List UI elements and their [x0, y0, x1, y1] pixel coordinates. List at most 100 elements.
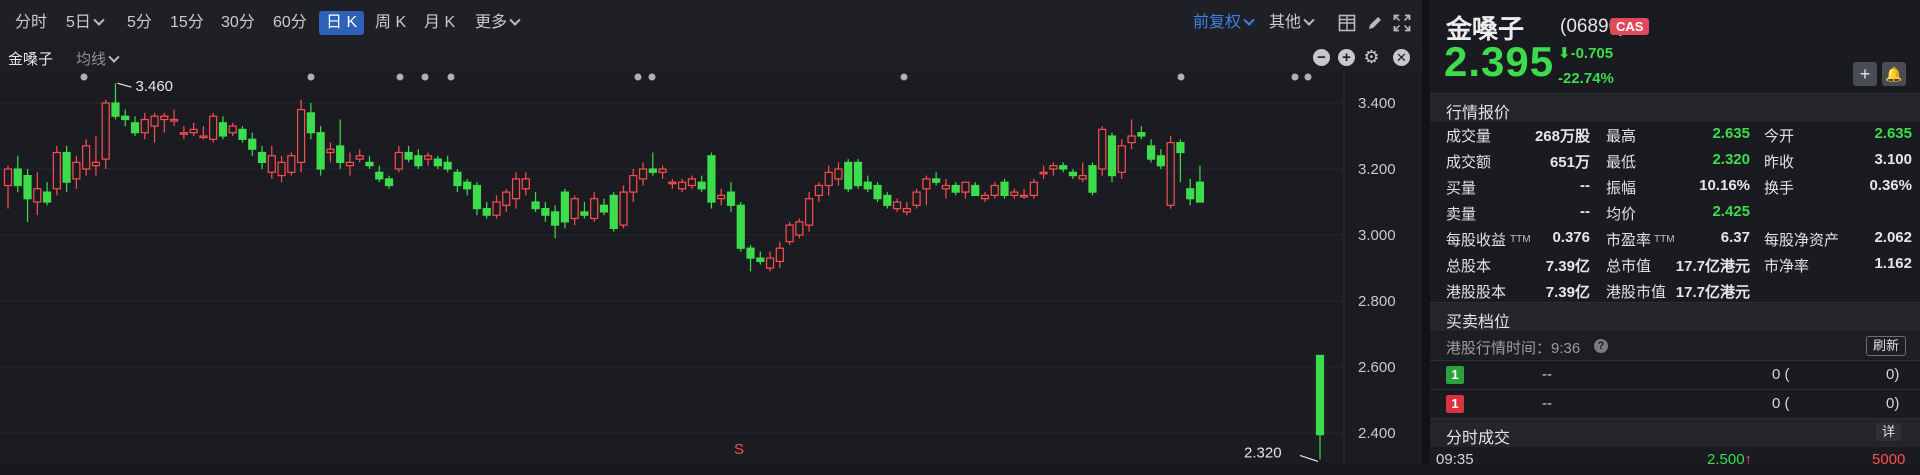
candle-down [23, 174, 32, 200]
candle-up [394, 151, 403, 170]
candle-up [1019, 194, 1029, 198]
candle-up [678, 181, 687, 190]
add-watchlist-button[interactable]: + [1853, 62, 1877, 86]
adjust-dropdown[interactable]: 前复权 [1186, 11, 1260, 35]
refresh-button[interactable]: 刷新 [1866, 336, 1907, 356]
quote-value: 2.635 [1874, 125, 1912, 142]
close-icon[interactable]: ✕ [1393, 49, 1410, 66]
candle-down [248, 138, 257, 150]
other-dropdown[interactable]: 其他 [1262, 11, 1320, 35]
candle-up [82, 145, 91, 170]
quote-label: 买量 [1446, 180, 1477, 197]
candle-down [1068, 171, 1078, 177]
candle-up [834, 168, 843, 180]
candle-down [560, 191, 569, 223]
candle-up [502, 191, 511, 206]
zoom-out-icon[interactable]: − [1313, 49, 1330, 66]
quote-label: 今开 [1764, 128, 1795, 145]
chevron-down-icon [1243, 14, 1255, 26]
candle-down [580, 211, 589, 216]
candle-down [707, 155, 716, 203]
candle-down [336, 145, 345, 164]
quote-panel: 金嗓子 (06896) CAS 2.395 ⬇-0.705 -22.74% + … [1422, 0, 1920, 468]
event-dot [1177, 73, 1185, 81]
candle-down [111, 102, 120, 117]
chevron-down-icon [108, 51, 120, 63]
alert-bell-icon[interactable]: 🔔 [1882, 62, 1906, 86]
candle-down [883, 194, 892, 206]
candle-down [951, 184, 960, 193]
candle-down [599, 204, 609, 213]
candle-up [1098, 128, 1107, 170]
tf-5min[interactable]: 5分 [120, 11, 159, 35]
candle-up [805, 198, 814, 226]
quote-value: -- [1580, 203, 1590, 220]
candle-up [775, 247, 784, 262]
tick-row: 09:35 2.500↑ 5000 [1430, 447, 1920, 475]
event-dot [307, 73, 315, 81]
candle-up [267, 155, 276, 173]
quote-value: 17.7亿港元 [1675, 284, 1750, 301]
candle-up [902, 208, 911, 213]
ttm-suffix: TTM [1654, 234, 1675, 245]
ticks-detail-button[interactable]: 详 [1876, 423, 1902, 441]
quote-value: 3.100 [1874, 151, 1912, 168]
tick-price: 2.500↑ [1707, 451, 1752, 468]
high-arrow [117, 82, 132, 88]
chart-subbar: 金嗓子 均线 − + ⚙ ✕ [0, 44, 1422, 72]
candle-up [150, 115, 159, 127]
tf-monthly[interactable]: 月 K [417, 11, 462, 35]
candle-up [189, 128, 198, 134]
quote-row: 总股本 7.39亿 总市值 17.7亿港元 市净率 1.162 [1430, 252, 1920, 278]
level-price: -- [1542, 366, 1552, 383]
quote-value: 268万股 [1534, 128, 1590, 145]
quote-row: 卖量 -- 均价 2.425 [1430, 200, 1920, 226]
settings-gear-icon[interactable]: ⚙ [1363, 48, 1380, 66]
tf-daily[interactable]: 日 K [319, 11, 365, 35]
candle-up [668, 181, 677, 185]
tf-15min[interactable]: 15分 [163, 11, 211, 35]
tf-5day[interactable]: 5日 [59, 11, 110, 35]
up-arrow-icon: ↑ [1744, 451, 1753, 468]
candle-down [365, 161, 374, 167]
chart-toolbar: 分时 5日 5分 15分 30分 60分 日 K 周 K 月 K 更多 前复权 … [0, 0, 1422, 45]
tf-intraday[interactable]: 分时 [8, 11, 54, 35]
low-label: 2.320 [1244, 444, 1282, 461]
event-dot [648, 73, 656, 81]
candle-down [13, 168, 22, 187]
tf-weekly[interactable]: 周 K [368, 11, 413, 35]
candle-up [638, 168, 648, 180]
candle-down [1186, 188, 1195, 200]
quote-value: 2.320 [1712, 151, 1750, 168]
tf-5day-label: 5日 [66, 14, 91, 31]
quote-row: 成交量 268万股 最高 2.635 今开 2.635 [1430, 122, 1920, 148]
ticks-title: 分时成交 [1446, 430, 1511, 447]
y-tick-label: 3.200 [1358, 161, 1396, 178]
orderbook-level-row: 1 -- 0 (0) [1430, 360, 1920, 389]
adjust-label: 前复权 [1193, 14, 1242, 31]
ma-dropdown[interactable]: 均线 [76, 48, 120, 69]
tf-30min[interactable]: 30分 [214, 11, 262, 35]
draw-pen-icon[interactable] [1366, 14, 1384, 32]
ttm-suffix: TTM [1510, 234, 1531, 245]
candle-up [814, 184, 824, 196]
level-count: 0) [1886, 366, 1900, 383]
candle-up [228, 125, 237, 134]
candle-down [1146, 145, 1156, 160]
grid-layout-icon[interactable] [1338, 14, 1356, 32]
candlestick-chart[interactable]: 3.400 3.200 3.000 2.800 2.600 2.400 3.460 2.320… [0, 72, 1422, 464]
zoom-in-icon[interactable]: + [1338, 49, 1355, 66]
help-icon[interactable]: ? [1594, 339, 1608, 353]
candle-down [121, 115, 130, 121]
tf-more[interactable]: 更多 [468, 11, 526, 35]
candle-down [62, 151, 71, 183]
candle-up [961, 181, 970, 193]
event-dot [80, 73, 88, 81]
candle-up [980, 194, 990, 200]
candle-down [375, 171, 384, 180]
tf-60min[interactable]: 60分 [266, 11, 314, 35]
candle-down [1059, 165, 1068, 170]
fullscreen-icon[interactable] [1393, 14, 1411, 32]
candle-up [824, 171, 833, 187]
quote-section-header: 行情报价 [1430, 93, 1920, 122]
